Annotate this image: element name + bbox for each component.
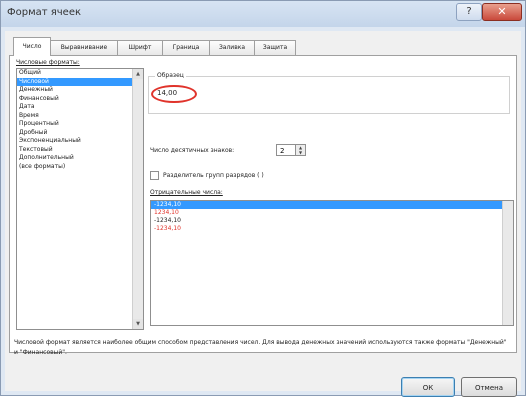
negative-item-3[interactable]: -1234,10 [151,217,513,225]
sample-highlight-circle [151,85,197,103]
format-item-fraction[interactable]: Дробный [17,129,143,138]
decimal-places-spinner[interactable]: ▲ ▼ [296,144,306,156]
tab-fill[interactable]: Заливка [209,40,255,55]
negative-item-1[interactable]: -1234,10 [151,201,513,209]
sample-label: Образец [155,72,186,79]
format-item-time[interactable]: Время [17,112,143,121]
tab-protection[interactable]: Защита [254,40,296,55]
decimal-places-input[interactable]: 2 [276,144,296,156]
cancel-button[interactable]: Отмена [461,377,517,397]
ok-button[interactable]: ОК [401,377,455,397]
negative-list-scrollbar[interactable] [502,201,513,325]
title-bar[interactable]: Формат ячеек ? ✕ [1,1,525,27]
format-item-text[interactable]: Текстовый [17,146,143,155]
tab-font[interactable]: Шрифт [117,40,163,55]
scroll-down-icon[interactable]: ▼ [133,319,143,329]
format-item-currency[interactable]: Денежный [17,86,143,95]
help-button[interactable]: ? [456,3,482,21]
close-button[interactable]: ✕ [482,3,522,21]
number-formats-label: Числовые форматы: [16,59,80,66]
format-item-number[interactable]: Числовой [17,77,143,86]
format-item-accounting[interactable]: Финансовый [17,95,143,104]
format-description: Числовой формат является наиболее общим … [14,339,507,356]
separator-label: Разделитель групп разрядов ( ) [163,172,264,179]
tab-panel-number: Числовые форматы: Общий Числовой Денежны… [9,55,517,356]
format-item-percentage[interactable]: Процентный [17,120,143,129]
tab-number[interactable]: Число [13,37,51,56]
dialog-body: Число Выравнивание Шрифт Граница Заливка… [5,31,521,397]
format-item-custom[interactable]: (все форматы) [17,163,143,172]
sample-group: Образец 14,00 [148,72,510,114]
format-item-scientific[interactable]: Экспоненциальный [17,137,143,146]
negative-numbers-label: Отрицательные числа: [150,189,223,196]
format-item-general[interactable]: Общий [17,69,143,78]
scroll-up-icon[interactable]: ▲ [133,69,143,79]
tab-border[interactable]: Граница [162,40,210,55]
negative-item-4[interactable]: -1234,10 [151,225,513,233]
number-format-list[interactable]: Общий Числовой Денежный Финансовый Дата … [16,68,144,330]
format-item-date[interactable]: Дата [17,103,143,112]
negative-item-2[interactable]: 1234,10 [151,209,513,217]
separator-checkbox[interactable] [150,171,159,180]
dialog-title: Формат ячеек [7,7,82,18]
spin-down-icon[interactable]: ▼ [296,150,305,155]
negative-numbers-list[interactable]: -1234,10 1234,10 -1234,10 -1234,10 [150,200,514,326]
format-cells-dialog: Формат ячеек ? ✕ Число Выравнивание Шриф… [0,0,526,397]
tab-alignment[interactable]: Выравнивание [50,40,118,55]
format-item-special[interactable]: Дополнительный [17,154,143,163]
format-list-scrollbar[interactable]: ▲ ▼ [132,69,143,329]
decimal-places-label: Число десятичных знаков: [150,147,235,154]
